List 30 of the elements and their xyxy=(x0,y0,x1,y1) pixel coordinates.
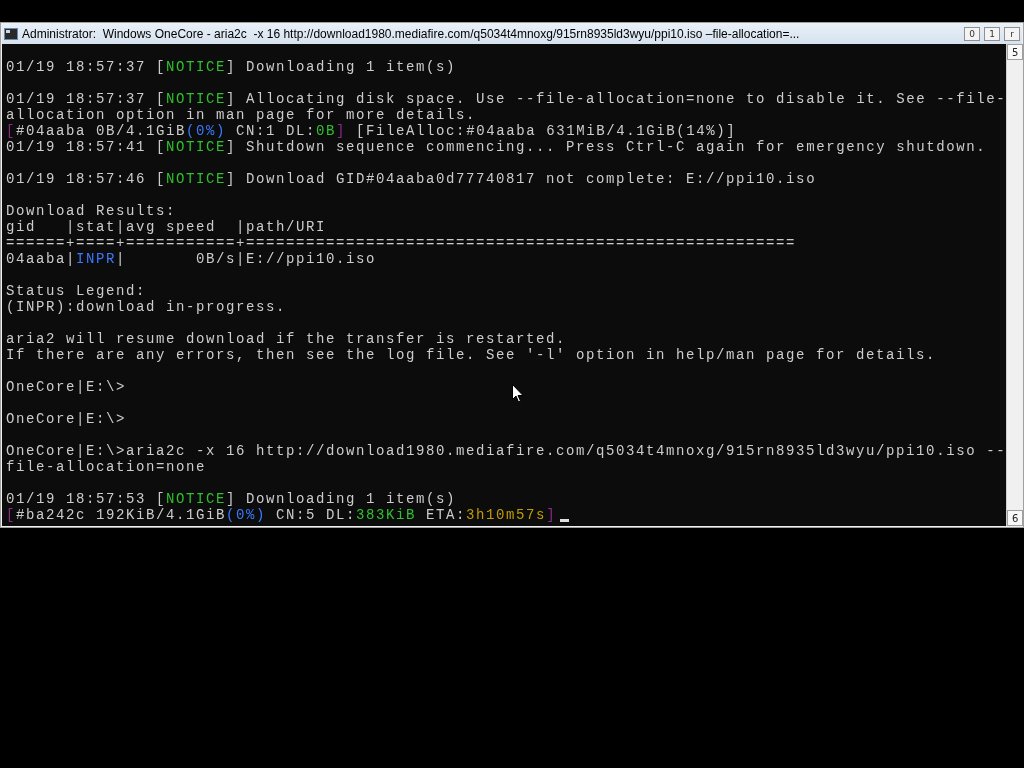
text-cursor xyxy=(560,519,570,522)
window-control-button[interactable]: 1 xyxy=(984,27,1000,41)
console-line: ======+====+===========+======================================================= xyxy=(6,235,797,251)
console-line: 01/19 18:57:53 [NOTICE] Downloading 1 item(s) xyxy=(6,491,457,507)
console-line: gid |stat|avg speed |path/URI xyxy=(6,219,327,235)
scroll-down-button[interactable]: 6 xyxy=(1007,510,1024,526)
console-line: 01/19 18:57:37 [NOTICE] Allocating disk space. Use --file-allocation=none to disable it. See --file- xyxy=(6,91,1007,107)
console-line: OneCore|E:\> xyxy=(6,379,127,395)
console-line: allocation option in man page for more details. xyxy=(6,107,477,123)
window-control-button[interactable]: 0 xyxy=(964,27,980,41)
console-line: [#04aaba 0B/4.1GiB(0%) CN:1 DL:0B] [FileAlloc:#04aaba 631MiB/4.1GiB(14%)] xyxy=(6,123,737,139)
window-control-button[interactable]: r xyxy=(1004,27,1020,41)
console-line: 01/19 18:57:37 [NOTICE] Downloading 1 item(s) xyxy=(6,59,457,75)
console-line: If there are any errors, then see the log file. See '-l' option in help/man page for details. xyxy=(6,347,937,363)
console-line: Status Legend: xyxy=(6,283,147,299)
console-line: OneCore|E:\> xyxy=(6,411,127,427)
console-line: 04aaba|INPR| 0B/s|E://ppi10.iso xyxy=(6,251,377,267)
console-line: [#ba242c 192KiB/4.1GiB(0%) CN:5 DL:383KiB ETA:3h10m57s] xyxy=(6,507,557,523)
console-line: 01/19 18:57:46 [NOTICE] Download GID#04aaba0d77740817 not complete: E://ppi10.iso xyxy=(6,171,817,187)
console-line: aria2 will resume download if the transfer is restarted. xyxy=(6,331,567,347)
window-title: Administrator: Windows OneCore - aria2c -x 16 http://download1980.mediafire.com/q5034t4mnoxg/915rn8935ld3wyu/ppi10.iso –file-allocation=... xyxy=(22,27,801,41)
console-line: file-allocation=none xyxy=(6,459,207,475)
scrollbar[interactable]: 5 6 xyxy=(1006,44,1024,526)
console-line: OneCore|E:\>aria2c -x 16 http://download1980.mediafire.com/q5034t4mnoxg/915rn8935ld3wyu/ppi10.iso -- xyxy=(6,443,1007,459)
console-line: 01/19 18:57:41 [NOTICE] Shutdown sequence commencing... Press Ctrl-C again for emergency shutdown. xyxy=(6,139,987,155)
mouse-pointer-icon xyxy=(512,384,524,403)
console-line: (INPR):download in-progress. xyxy=(6,299,287,315)
console-icon xyxy=(4,28,18,40)
console-line: Download Results: xyxy=(6,203,177,219)
scroll-up-button[interactable]: 5 xyxy=(1007,44,1024,60)
